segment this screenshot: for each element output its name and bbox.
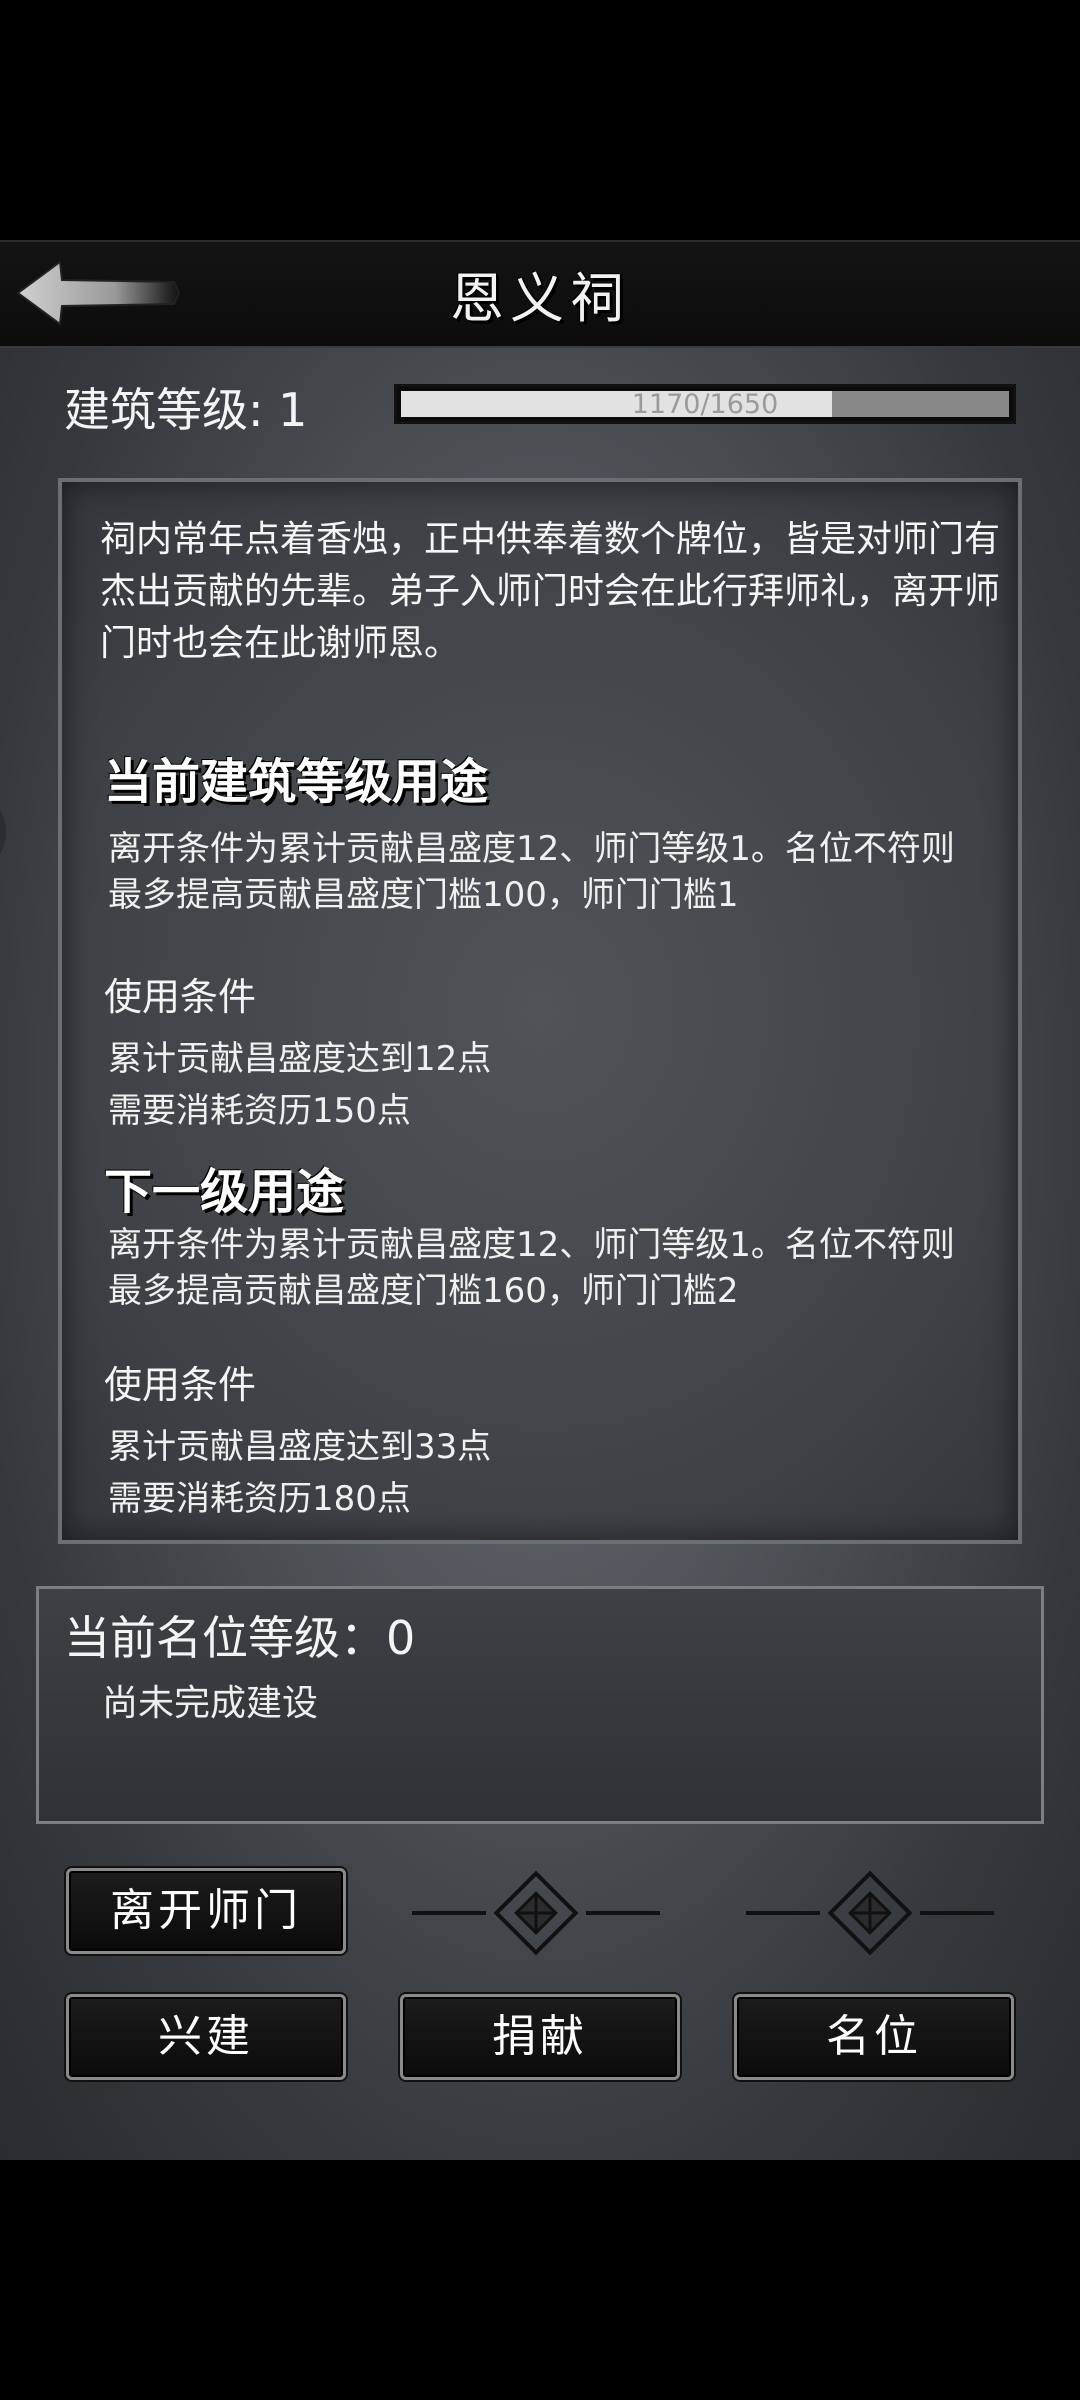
build-button[interactable]: 兴建 bbox=[66, 1994, 346, 2080]
side-dial-icon[interactable] bbox=[0, 772, 46, 892]
progress-text: 1170/1650 bbox=[631, 389, 779, 420]
current-condition-heading: 使用条件 bbox=[104, 975, 257, 1019]
current-condition-1: 累计贡献昌盛度达到12点 bbox=[108, 1039, 492, 1079]
progress-track: 1170/1650 bbox=[401, 389, 1009, 420]
next-use-text: 离开条件为累计贡献昌盛度12、师门等级1。名位不符则最多提高贡献昌盛度门槛160… bbox=[108, 1225, 955, 1311]
building-progress-bar: 1170/1650 bbox=[394, 384, 1016, 424]
leave-sect-button[interactable]: 离开师门 bbox=[66, 1868, 346, 1954]
building-description: 祠内常年点着香烛，正中供奉着数个牌位，皆是对师门有杰出贡献的先辈。弟子入师门时会… bbox=[100, 519, 1001, 664]
next-condition-1: 累计贡献昌盛度达到33点 bbox=[108, 1427, 492, 1467]
diamond-ornament-icon bbox=[412, 1870, 660, 1956]
building-level-label: 建筑等级: 1 bbox=[64, 383, 308, 437]
rank-status-text: 尚未完成建设 bbox=[102, 1683, 319, 1724]
rank-level-label: 当前名位等级：0 bbox=[64, 1611, 416, 1665]
next-condition-heading: 使用条件 bbox=[104, 1363, 257, 1407]
donate-button[interactable]: 捐献 bbox=[400, 1994, 680, 2080]
next-condition-2: 需要消耗资历180点 bbox=[108, 1479, 411, 1519]
diamond-ornament-icon bbox=[746, 1870, 994, 1956]
rank-button[interactable]: 名位 bbox=[734, 1994, 1014, 2080]
current-use-text: 离开条件为累计贡献昌盛度12、师门等级1。名位不符则最多提高贡献昌盛度门槛100… bbox=[108, 829, 955, 915]
next-use-heading: 下一级用途 bbox=[104, 1164, 345, 1220]
current-condition-2: 需要消耗资历150点 bbox=[108, 1091, 411, 1131]
page-title: 恩义祠 bbox=[450, 267, 630, 330]
current-use-heading: 当前建筑等级用途 bbox=[104, 754, 489, 810]
